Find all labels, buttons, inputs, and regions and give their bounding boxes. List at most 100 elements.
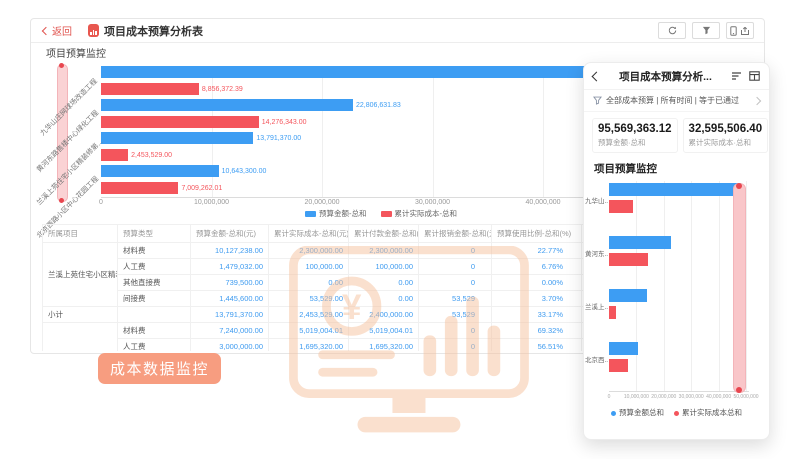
- value-cell[interactable]: 2,300,000.00: [269, 243, 349, 259]
- filter-icon: [702, 26, 711, 35]
- value-cell[interactable]: 53,529: [419, 307, 492, 323]
- export-icon: [740, 26, 750, 36]
- value-cell[interactable]: 1,695,320.00: [269, 339, 349, 352]
- legend-item-actual[interactable]: 累计实际成本总和: [674, 407, 742, 418]
- category-label: 黄河东...: [585, 248, 608, 258]
- legend-label: 预算金额-总和: [319, 209, 367, 218]
- x-axis: [609, 391, 749, 392]
- value-cell[interactable]: 69.32%: [492, 323, 582, 339]
- scrollbar-handle-bottom[interactable]: [736, 387, 742, 393]
- report-icon: [88, 24, 99, 37]
- value-cell[interactable]: 22.77%: [492, 243, 582, 259]
- mobile-chart-scrollbar[interactable]: [733, 183, 746, 393]
- column-header: 累计付款金额-总和(元): [349, 225, 419, 243]
- budget-bar: [609, 342, 638, 355]
- legend-item-budget[interactable]: 预算金额-总和: [305, 208, 367, 219]
- category-label: 兰溪上...: [585, 301, 608, 311]
- value-cell[interactable]: 0.00: [349, 275, 419, 291]
- actual-bar: [609, 253, 648, 266]
- slider-handle-bottom[interactable]: [59, 198, 64, 203]
- legend-item-actual[interactable]: 累计实际成本-总和: [381, 208, 458, 219]
- budget-bar: [609, 236, 671, 249]
- type-cell: 其他直接费: [118, 275, 191, 291]
- value-cell[interactable]: 0: [419, 339, 492, 352]
- category-label: 九华山...: [585, 195, 608, 205]
- share-export-button[interactable]: [726, 22, 754, 39]
- metric-label: 累计实际成本·总和: [689, 137, 763, 148]
- refresh-icon: [668, 26, 677, 35]
- value-cell[interactable]: 33.17%: [492, 307, 582, 323]
- project-cell: 兰溪上苑住宅小区精装修第...: [43, 243, 118, 307]
- value-cell[interactable]: 0.00: [349, 291, 419, 307]
- value-cell[interactable]: 1,445,600.00: [191, 291, 269, 307]
- actual-bar: [609, 200, 633, 213]
- slider-handle-top[interactable]: [59, 63, 64, 68]
- mobile-legend: 预算金额总和 累计实际成本总和: [584, 407, 769, 418]
- value-cell[interactable]: 53,529: [419, 291, 492, 307]
- value-cell[interactable]: 0.00%: [492, 275, 582, 291]
- value-cell[interactable]: 1,479,032.00: [191, 259, 269, 275]
- legend-item-budget[interactable]: 预算金额总和: [611, 407, 664, 418]
- value-cell[interactable]: 5,019,004.01: [269, 323, 349, 339]
- value-cell[interactable]: 100,000.00: [269, 259, 349, 275]
- value-cell[interactable]: 100,000.00: [349, 259, 419, 275]
- chart-range-slider[interactable]: [57, 64, 68, 202]
- column-header: 预算使用比例-总和(%): [492, 225, 582, 243]
- column-header: 预算金额-总和(元): [191, 225, 269, 243]
- value-cell[interactable]: 53,529.00: [269, 291, 349, 307]
- type-cell: 人工费: [118, 339, 191, 352]
- value-cell[interactable]: 7,240,000.00: [191, 323, 269, 339]
- metric-value: 32,595,506.40: [689, 123, 763, 135]
- actual-bar: [609, 306, 616, 319]
- back-button[interactable]: 返回: [43, 23, 72, 38]
- gridline: [691, 181, 692, 391]
- value-cell[interactable]: 10,127,238.00: [191, 243, 269, 259]
- gridline: [719, 181, 720, 391]
- value-cell[interactable]: 6.76%: [492, 259, 582, 275]
- column-header: 所属项目: [43, 225, 118, 243]
- mobile-filter-bar[interactable]: 全部成本预算 | 所有时间 | 等于已通过: [584, 90, 769, 112]
- scrollbar-handle-top[interactable]: [736, 183, 742, 189]
- value-cell[interactable]: 2,400,000.00: [349, 307, 419, 323]
- column-header: 累计实际成本-总和(元): [269, 225, 349, 243]
- legend-label: 累计实际成本总和: [682, 408, 742, 417]
- project-cell: 小计: [43, 307, 118, 323]
- x-tick-label: 50,000,000: [726, 394, 766, 400]
- sort-icon[interactable]: [731, 71, 742, 81]
- metric-budget-total[interactable]: 95,569,363.12 预算金额·总和: [592, 118, 678, 153]
- back-chevron-icon: [42, 26, 50, 34]
- legend-dot-blue: [611, 411, 616, 416]
- legend-swatch-blue: [305, 211, 316, 217]
- funnel-icon: [593, 96, 602, 105]
- filter-button[interactable]: [692, 22, 720, 39]
- metric-label: 预算金额·总和: [598, 137, 672, 148]
- value-cell[interactable]: 5,019,004.01: [349, 323, 419, 339]
- value-cell[interactable]: 0: [419, 323, 492, 339]
- legend-swatch-red: [381, 211, 392, 217]
- value-cell[interactable]: 56.51%: [492, 339, 582, 352]
- value-cell[interactable]: 13,791,370.00: [191, 307, 269, 323]
- value-cell[interactable]: 0: [419, 275, 492, 291]
- mobile-section-title: 项目预算监控: [584, 156, 769, 176]
- actual-bar: [609, 359, 628, 372]
- category-label: 北京西...: [585, 354, 608, 364]
- value-cell[interactable]: 2,453,529.00: [269, 307, 349, 323]
- type-cell: 人工费: [118, 259, 191, 275]
- value-cell[interactable]: 739,500.00: [191, 275, 269, 291]
- column-header: 累计报销金额-总和(元): [419, 225, 492, 243]
- window-topbar: 返回 项目成本预算分析表: [31, 19, 764, 43]
- metric-actual-total[interactable]: 32,595,506.40 累计实际成本·总和: [683, 118, 769, 153]
- value-cell[interactable]: 1,695,320.00: [349, 339, 419, 352]
- mobile-title: 项目成本预算分析...: [600, 69, 731, 84]
- refresh-button[interactable]: [658, 22, 686, 39]
- value-cell[interactable]: 0: [419, 259, 492, 275]
- value-cell[interactable]: 3.70%: [492, 291, 582, 307]
- grid-icon[interactable]: [749, 71, 760, 81]
- value-cell[interactable]: 0.00: [269, 275, 349, 291]
- value-cell[interactable]: 3,000,000.00: [191, 339, 269, 352]
- value-cell[interactable]: 2,300,000.00: [349, 243, 419, 259]
- value-cell[interactable]: 0: [419, 243, 492, 259]
- phone-icon: [730, 26, 737, 36]
- legend-label: 累计实际成本-总和: [395, 209, 458, 218]
- type-cell: 间接费: [118, 291, 191, 307]
